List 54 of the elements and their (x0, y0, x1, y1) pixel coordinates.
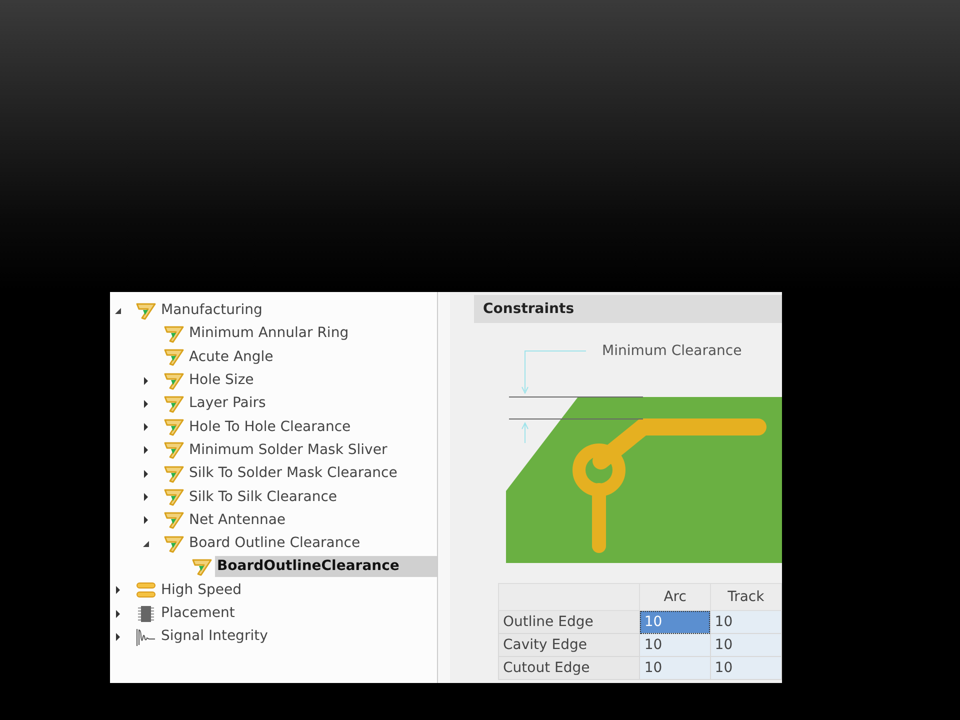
tree-item[interactable]: BoardOutlineClearance (215, 556, 437, 578)
expand-arrow-icon[interactable] (142, 376, 150, 385)
tree-item[interactable]: Acute Angle (187, 346, 276, 368)
expand-arrow-icon[interactable] (142, 470, 150, 478)
table-cell[interactable]: 10 (640, 656, 710, 680)
tree-item[interactable]: Silk To Silk Clearance (187, 486, 340, 508)
waveform-icon (135, 626, 157, 647)
tree-item[interactable]: Signal Integrity (159, 626, 270, 648)
tree-item[interactable]: Hole Size (187, 370, 256, 392)
funnel-icon (163, 347, 185, 368)
expand-arrow-icon[interactable] (142, 446, 150, 454)
funnel-icon (163, 464, 185, 484)
row-header: Outline Edge (498, 610, 640, 634)
row-header: Cavity Edge (498, 634, 640, 656)
funnel-icon (163, 487, 185, 508)
funnel-icon (163, 324, 185, 344)
collapse-arrow-icon[interactable] (114, 306, 122, 315)
tree-item[interactable]: Manufacturing (159, 300, 264, 322)
funnel-icon (163, 440, 185, 460)
table-cell[interactable]: 10 (710, 610, 782, 634)
tree-item[interactable]: High Speed (159, 580, 244, 601)
funnel-icon (163, 370, 185, 391)
expand-arrow-icon[interactable] (114, 632, 122, 641)
table-cell[interactable]: 10 (710, 634, 782, 656)
funnel-icon (191, 556, 213, 577)
expand-arrow-icon[interactable] (142, 493, 150, 502)
expand-arrow-icon[interactable] (114, 610, 122, 618)
expand-arrow-icon[interactable] (142, 423, 150, 432)
tree-item[interactable]: Net Antennae (187, 510, 288, 531)
funnel-icon (163, 394, 185, 414)
funnel-icon (163, 417, 185, 438)
section-header: Constraints (474, 295, 782, 323)
funnel-icon (163, 510, 185, 530)
connector-icon (135, 580, 157, 600)
expand-arrow-icon[interactable] (142, 400, 150, 408)
table-cell[interactable]: 10 (710, 656, 782, 680)
collapse-arrow-icon[interactable] (142, 540, 150, 548)
funnel-icon (163, 534, 185, 554)
expand-arrow-icon[interactable] (114, 586, 122, 594)
chip-icon (135, 604, 157, 624)
funnel-icon (135, 300, 157, 321)
tree-item[interactable]: Board Outline Clearance (187, 533, 362, 554)
column-header: Arc (640, 584, 710, 610)
tree-item[interactable]: Layer Pairs (187, 393, 268, 414)
tree-item[interactable]: Silk To Solder Mask Clearance (187, 463, 400, 484)
diagram-label: Minimum Clearance (602, 343, 742, 359)
tree-item[interactable]: Minimum Annular Ring (187, 323, 351, 344)
table-cell[interactable]: 10 (640, 634, 710, 656)
column-header: Track (710, 584, 782, 610)
tree-item[interactable]: Minimum Solder Mask Sliver (187, 440, 390, 461)
tree-item[interactable]: Placement (159, 603, 237, 624)
tree-item[interactable]: Hole To Hole Clearance (187, 416, 353, 438)
expand-arrow-icon[interactable] (142, 516, 150, 524)
row-header: Cutout Edge (498, 656, 640, 680)
